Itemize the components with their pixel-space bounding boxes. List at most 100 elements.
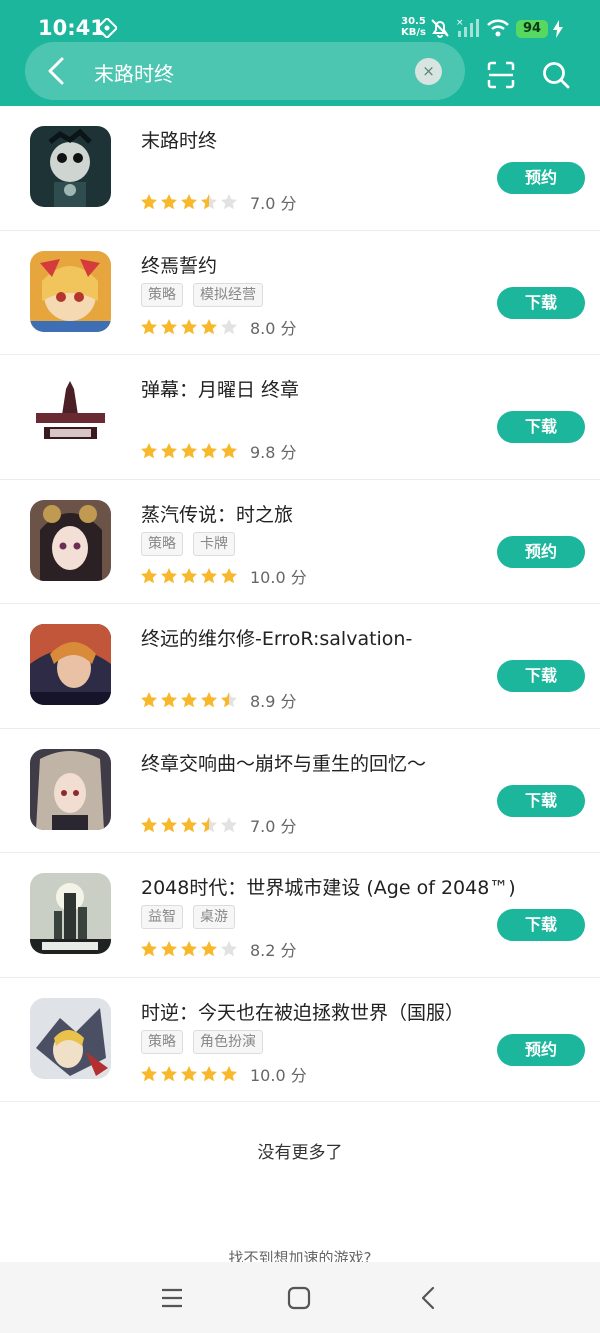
result-row[interactable]: 弹幕：月曜日 终章 9.8 分 下载 [0,355,600,480]
star-icon [141,816,157,832]
tag: 卡牌 [193,531,235,556]
tag: 角色扮演 [193,1029,263,1054]
scan-icon[interactable] [486,60,516,90]
signal-icon: × [456,18,479,37]
tag: 模拟经营 [193,282,263,307]
star-icon [141,1065,157,1081]
star-rating [140,193,238,211]
star-icon [181,692,197,708]
download-button[interactable]: 下载 [497,660,585,692]
result-row[interactable]: 终章交响曲～崩坏与重生的回忆～ 7.0 分 下载 [0,729,600,853]
score: 7.0 分 [250,194,297,213]
star-icon [221,318,237,334]
tag-list: 策略 卡牌 [141,531,235,556]
star-icon [141,194,157,210]
star-icon [161,692,177,708]
download-button[interactable]: 下载 [497,784,585,817]
game-title: 时逆：今天也在被迫拯救世界（国服） [141,1001,465,1024]
download-button[interactable]: 下载 [497,411,585,443]
tag-list: 策略 角色扮演 [141,1029,263,1054]
score: 8.9 分 [250,692,297,711]
star-icon [201,443,217,459]
clear-search-button[interactable]: × [415,58,442,85]
reserve-button[interactable]: 预约 [497,162,585,194]
result-row[interactable]: 末路时终 7.0 分 预约 [0,106,600,231]
game-title: 末路时终 [141,130,218,152]
star-icon [141,692,157,708]
reserve-button[interactable]: 预约 [497,1033,585,1066]
status-bar: 10:41 30.5 KB/s × 94 [0,0,600,40]
bell-muted-icon [431,19,449,38]
search-icon[interactable] [541,60,571,90]
system-nav-bar [0,1262,600,1333]
star-icon [161,1065,177,1081]
reserve-button[interactable]: 预约 [497,535,585,568]
star-rating [140,442,238,460]
game-title: 终远的维尔修-ErroR:salvation- [141,628,413,650]
star-icon [161,816,177,832]
result-row[interactable]: 终焉誓约 策略 模拟经营 8.0 分 下载 [0,231,600,355]
star-icon [161,941,177,957]
top-header: 10:41 30.5 KB/s × 94 末路时终 × [0,0,600,106]
back-arrow-icon[interactable] [42,55,72,87]
score: 7.0 分 [250,816,297,836]
tag: 策略 [141,1029,183,1054]
star-icon [221,1065,237,1081]
status-time: 10:41 [38,16,105,40]
download-button[interactable]: 下载 [497,909,585,941]
star-rating [140,691,238,709]
rating: 7.0 分 [140,813,297,837]
star-icon [201,816,217,832]
star-icon [201,692,217,708]
star-icon [161,318,177,334]
rating: 9.8 分 [140,439,297,463]
star-icon [181,1065,197,1081]
star-rating [140,816,238,834]
rating: 8.0 分 [140,315,297,339]
game-icon [30,375,111,456]
game-title: 弹幕：月曜日 终章 [141,379,300,401]
rating: 7.0 分 [140,190,297,214]
star-icon [201,941,217,957]
star-icon [181,194,197,210]
battery-indicator: 94 [516,20,548,38]
game-icon [30,499,111,581]
rating: 8.2 分 [140,937,297,961]
star-icon [201,1065,217,1081]
search-input[interactable] [94,57,404,87]
star-rating [140,567,238,585]
game-title: 终焉誓约 [141,254,218,277]
menu-icon[interactable] [160,1286,184,1310]
star-rating [140,318,238,336]
tag-list: 益智 桌游 [141,905,235,929]
game-icon [30,126,111,207]
back-icon[interactable] [417,1286,439,1310]
download-button[interactable]: 下载 [497,286,585,319]
star-icon [181,443,197,459]
result-row[interactable]: 终远的维尔修-ErroR:salvation- 8.9 分 下载 [0,604,600,729]
star-icon [221,941,237,957]
star-icon [201,567,217,583]
score: 9.8 分 [250,443,297,462]
star-icon [221,692,237,708]
star-icon [141,941,157,957]
game-title: 蒸汽传说：时之旅 [141,503,294,526]
result-row[interactable]: 2048时代：世界城市建设 (Age of 2048™) 益智 桌游 8.2 分… [0,853,600,978]
score: 8.2 分 [250,941,297,960]
star-icon [161,194,177,210]
tag: 桌游 [193,905,235,929]
svg-text:×: × [456,18,464,28]
result-row[interactable]: 蒸汽传说：时之旅 策略 卡牌 10.0 分 预约 [0,480,600,604]
wifi-icon [487,19,509,37]
game-icon [30,997,111,1079]
rating: 10.0 分 [140,1062,307,1086]
game-title: 2048时代：世界城市建设 (Age of 2048™) [141,877,516,899]
score: 10.0 分 [250,1065,307,1085]
score: 10.0 分 [250,567,307,587]
tag: 益智 [141,905,183,929]
charging-icon [553,20,563,38]
rating: 8.9 分 [140,688,297,712]
result-row[interactable]: 时逆：今天也在被迫拯救世界（国服） 策略 角色扮演 10.0 分 预约 [0,978,600,1102]
star-rating [140,940,238,958]
home-icon[interactable] [287,1286,311,1310]
